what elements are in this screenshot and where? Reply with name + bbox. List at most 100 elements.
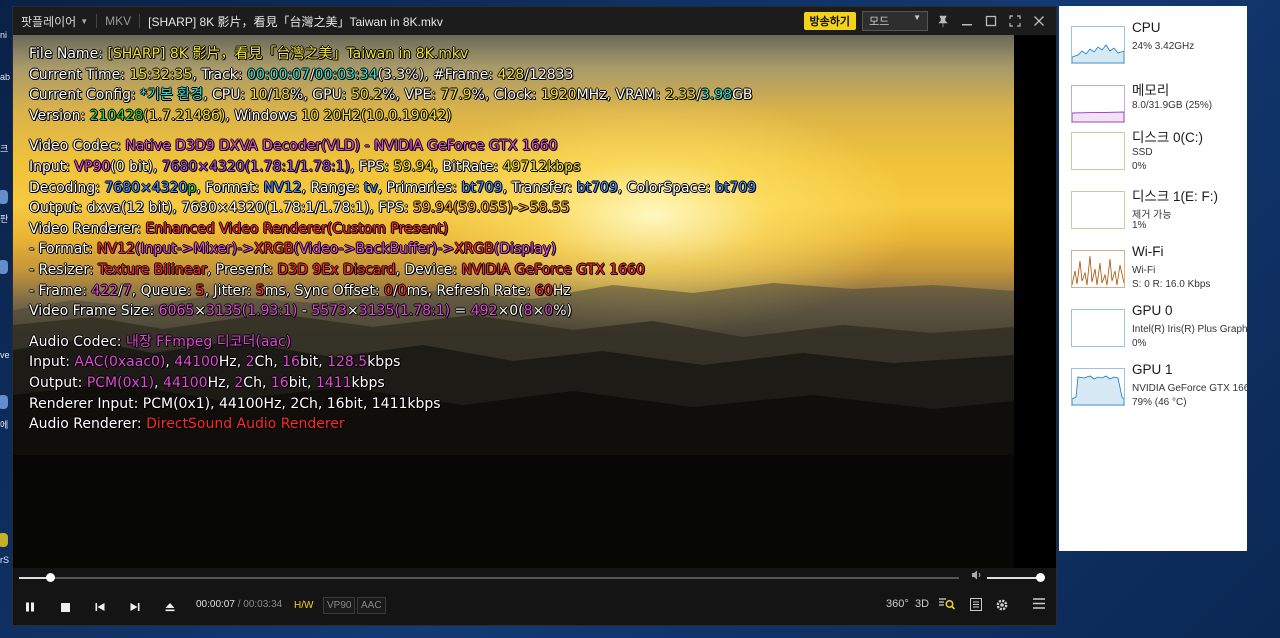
playback-info-overlay: File Name: [SHARP] 8K 影片，看見「台灣之美」Taiwan … xyxy=(29,44,756,435)
perf-item-memory[interactable]: 메모리 8.0/31.9GB (25%) xyxy=(1071,79,1247,131)
perf-item-gpu-1[interactable]: GPU 1 NVIDIA GeForce GTX 1660 79% (46 °C… xyxy=(1071,362,1247,414)
perf-item-usage: 0% xyxy=(1132,338,1147,349)
audio-codec-badge[interactable]: AAC xyxy=(357,597,386,614)
perf-item-usage: 0% xyxy=(1132,161,1147,172)
close-icon[interactable] xyxy=(1030,12,1048,30)
desktop-label-fragment[interactable]: 에 xyxy=(0,418,8,431)
titlebar-divider xyxy=(139,14,141,28)
osd-decoding: Decoding: 7680×4320p, Format: NV12, Rang… xyxy=(29,179,757,196)
perf-item-detail: 24% 3.42GHz xyxy=(1132,41,1195,52)
previous-icon[interactable] xyxy=(91,598,109,616)
mode-label: 모드 xyxy=(869,16,890,28)
perf-item-disk-1[interactable]: 디스크 1(E: F:) 제거 가능 1% xyxy=(1071,185,1247,237)
perf-item-detail: NVIDIA GeForce GTX 1660 xyxy=(1132,383,1247,394)
desktop-app-icon[interactable] xyxy=(0,190,8,204)
osd-version: Version: 210428(1.7.21486), Windows 10 2… xyxy=(29,107,452,124)
stereo-3d-button[interactable]: 3D xyxy=(915,598,929,610)
perf-item-name: 메모리 xyxy=(1132,83,1170,98)
perf-item-usage: 79% (46 °C) xyxy=(1132,397,1187,408)
playlist-icon[interactable] xyxy=(970,598,982,614)
osd-video-frame-size: Video Frame Size: 6065×3135(1.93:1) - 55… xyxy=(29,303,572,320)
task-manager-performance-panel: CPU 24% 3.42GHz 메모리 8.0/31.9GB (25%) 디스크… xyxy=(1059,6,1247,551)
osd-audio-renderer: Audio Renderer: DirectSound Audio Render… xyxy=(29,416,345,433)
time-display: 00:00:07 / 00:03:34 xyxy=(196,599,282,610)
menu-icon[interactable] xyxy=(1033,598,1045,612)
memory-graph xyxy=(1071,85,1125,123)
maximize-icon[interactable] xyxy=(982,12,1000,30)
perf-item-cpu[interactable]: CPU 24% 3.42GHz xyxy=(1071,20,1247,72)
potplayer-window: 팟플레이어 ▼ MKV [SHARP] 8K 影片，看見「台灣之美」Taiwan… xyxy=(12,6,1057,626)
player-titlebar[interactable]: 팟플레이어 ▼ MKV [SHARP] 8K 影片，看見「台灣之美」Taiwan… xyxy=(13,7,1056,35)
speaker-icon[interactable] xyxy=(971,570,983,583)
stop-icon[interactable] xyxy=(56,598,74,616)
desktop-label-fragment[interactable]: ab xyxy=(0,72,10,82)
disk-1-graph xyxy=(1071,191,1125,229)
perf-item-usage: 1% xyxy=(1132,220,1147,231)
gear-icon[interactable] xyxy=(995,598,1009,615)
hw-decode-badge[interactable]: H/W xyxy=(290,597,317,614)
perf-item-name: CPU xyxy=(1132,20,1161,35)
app-menu-button[interactable]: 팟플레이어 ▼ xyxy=(13,13,88,30)
osd-frame: - Frame: 422/7, Queue: 5, Jitter: 5ms, S… xyxy=(29,282,571,299)
wifi-graph xyxy=(1071,250,1125,288)
pin-icon[interactable] xyxy=(934,12,952,30)
fullscreen-icon[interactable] xyxy=(1006,12,1024,30)
desktop-app-icon[interactable] xyxy=(0,533,8,547)
osd-resizer: - Resizer: Texture Bilinear, Present: D3… xyxy=(29,261,645,278)
perf-item-detail: 제거 가능 xyxy=(1132,210,1172,221)
video-codec-badge[interactable]: VP90 xyxy=(323,597,356,614)
perf-item-detail: 8.0/31.9GB (25%) xyxy=(1132,100,1213,111)
next-icon[interactable] xyxy=(126,598,144,616)
current-time: 00:00:07 xyxy=(196,599,235,610)
perf-item-name: GPU 0 xyxy=(1132,303,1173,318)
perf-item-detail: SSD xyxy=(1132,147,1153,158)
perf-item-name: Wi-Fi xyxy=(1132,244,1164,259)
volume-slider[interactable] xyxy=(987,573,1046,582)
desktop-label-fragment[interactable]: ni xyxy=(0,30,7,40)
osd-audio-codec: Audio Codec: 내장 FFmpeg 디코더(aac) xyxy=(29,333,292,350)
osd-file-name: File Name: [SHARP] 8K 影片，看見「台灣之美」Taiwan … xyxy=(29,46,469,62)
perf-item-gpu-0[interactable]: GPU 0 Intel(R) Iris(R) Plus Graphics 0% xyxy=(1071,303,1247,355)
perf-item-name: 디스크 1(E: F:) xyxy=(1132,189,1219,204)
window-title: [SHARP] 8K 影片，看見「台灣之美」Taiwan in 8K.mkv xyxy=(148,14,443,29)
desktop-label-fragment[interactable]: 판 xyxy=(0,212,8,225)
osd-video-renderer: Video Renderer: Enhanced Video Renderer(… xyxy=(29,220,449,237)
gpu-0-graph xyxy=(1071,309,1125,347)
desktop-app-icon[interactable] xyxy=(0,395,8,409)
perf-item-name: GPU 1 xyxy=(1132,362,1173,377)
gpu-1-graph xyxy=(1071,368,1125,406)
disk-0-graph xyxy=(1071,132,1125,170)
broadcast-button[interactable]: 방송하기 xyxy=(803,12,856,30)
seek-handle[interactable] xyxy=(46,573,56,582)
osd-current-config: Current Config: *기본 환경, CPU: 10/18%, GPU… xyxy=(29,87,753,104)
seek-bar[interactable] xyxy=(19,573,959,582)
pause-icon[interactable] xyxy=(21,598,39,616)
format-badge: MKV xyxy=(105,14,132,28)
video-frame[interactable]: File Name: [SHARP] 8K 影片，看見「台灣之美」Taiwan … xyxy=(13,35,1014,570)
control-bar: 00:00:07 / 00:03:34 H/W VP90 AAC 360° 3D xyxy=(13,568,1056,625)
perf-item-name: 디스크 0(C:) xyxy=(1132,130,1204,145)
osd-format: - Format: NV12(Input->Mixer)->XRGB(Video… xyxy=(29,241,557,258)
cpu-graph xyxy=(1071,26,1125,64)
osd-output: Output: dxva(12 bit), 7680×4320(1.78:1/1… xyxy=(29,200,570,217)
perf-item-disk-0[interactable]: 디스크 0(C:) SSD 0% xyxy=(1071,126,1247,178)
total-time: 00:03:34 xyxy=(243,599,283,610)
perf-item-wifi[interactable]: Wi-Fi Wi-Fi S: 0 R: 16.0 Kbps xyxy=(1071,244,1247,296)
chevron-down-icon: ▼ xyxy=(913,13,921,22)
titlebar-divider xyxy=(96,14,98,28)
desktop-label-fragment[interactable]: rS xyxy=(0,555,9,565)
chevron-down-icon: ▼ xyxy=(80,16,89,26)
volume-handle[interactable] xyxy=(1036,573,1046,582)
volume-level xyxy=(987,577,1041,579)
desktop-app-icon[interactable] xyxy=(0,260,8,274)
vr-360-button[interactable]: 360° xyxy=(886,598,909,610)
perf-item-detail: Wi-Fi xyxy=(1132,265,1156,276)
desktop-label-fragment[interactable]: 크 xyxy=(0,142,8,155)
desktop-label-fragment[interactable]: ve xyxy=(0,350,10,360)
search-icon[interactable] xyxy=(939,598,956,613)
osd-current-time: Current Time: 15:32:35, Track: 00:00:07/… xyxy=(29,66,574,83)
mode-dropdown[interactable]: 모드 ▼ xyxy=(862,11,928,31)
osd-renderer-input: Renderer Input: PCM(0x1), 44100Hz, 2Ch, … xyxy=(29,395,441,412)
eject-icon[interactable] xyxy=(161,598,179,616)
minimize-icon[interactable] xyxy=(958,12,976,30)
